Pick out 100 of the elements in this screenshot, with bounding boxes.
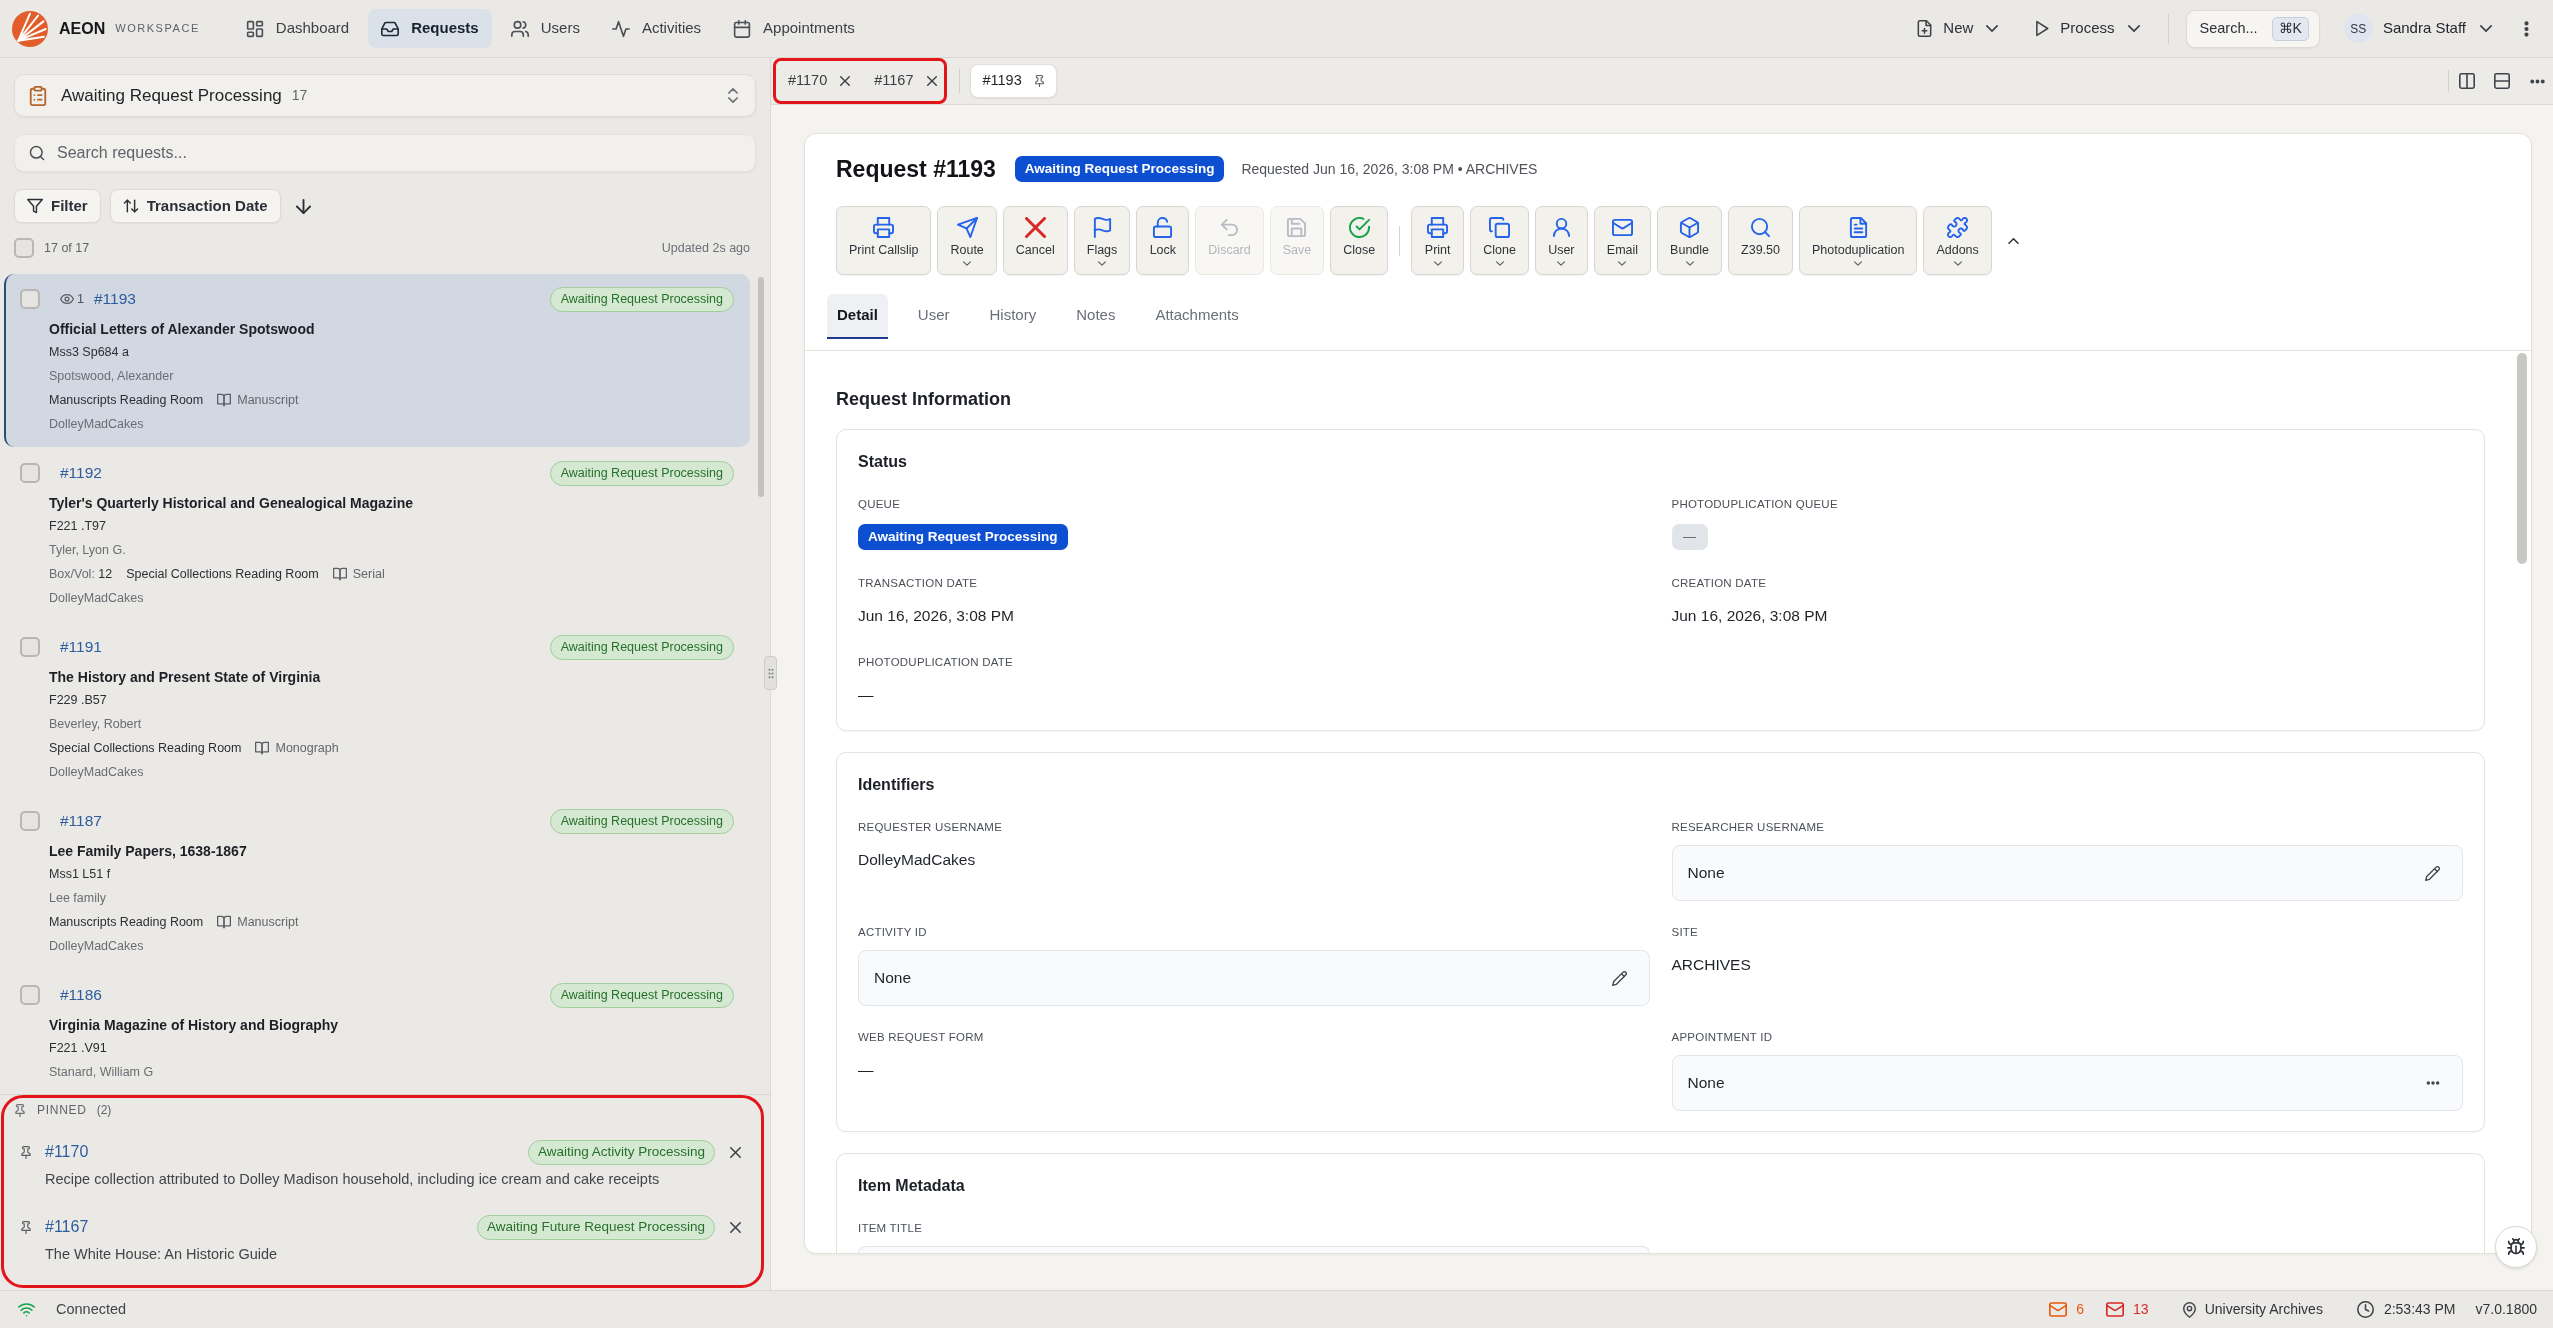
document-tab[interactable]: #1193 <box>969 64 1057 98</box>
toolbar-button[interactable]: Email <box>1593 206 1652 275</box>
request-list-item[interactable]: #1186 Awaiting Request Processing Virginia Magazine of History and Biography F221 .V91 Stanard, William G <box>4 970 750 1094</box>
toolbar-button[interactable]: Cancel <box>1002 206 1068 275</box>
close-icon[interactable] <box>840 76 851 86</box>
toolbar-button[interactable]: Print Callslip <box>836 206 932 275</box>
mail-count: 6 <box>2076 1300 2085 1319</box>
search-field[interactable]: Search requests... <box>14 134 756 172</box>
toolbar-button[interactable]: Bundle <box>1657 206 1723 275</box>
toolbar-button[interactable]: Z39.50 <box>1728 206 1793 275</box>
request-list-item[interactable]: #1187 Awaiting Request Processing Lee Family Papers, 1638-1867 Mss1 L51 f Lee family Manuscripts Reading Room Manuscript DolleyMadCakes <box>4 796 750 969</box>
toolbar-button[interactable]: Clone <box>1470 206 1529 275</box>
detail-tab[interactable]: Notes <box>1066 294 1126 339</box>
scrollbar-thumb[interactable] <box>2517 353 2527 564</box>
request-id-link[interactable]: #1193 <box>93 287 136 311</box>
request-id-link[interactable]: #1170 <box>45 1140 89 1164</box>
checkbox[interactable] <box>20 811 40 831</box>
nav-tab[interactable]: Requests <box>368 9 492 48</box>
more-icon[interactable] <box>2524 20 2529 37</box>
search-icon <box>1750 217 1771 238</box>
request-list-item[interactable]: #1192 Awaiting Request Processing Tyler's Quarterly Historical and Genealogical Magazine F221 .T97 Tyler, Lyon G. Box/Vol: 12 Special Collections Reading Room Serial DolleyMadCakes <box>4 448 750 621</box>
filter-button[interactable]: Filter <box>14 189 101 223</box>
nav-tab[interactable]: Users <box>497 9 593 48</box>
pencil-icon[interactable] <box>1611 970 1627 986</box>
format-label: Serial <box>352 565 385 583</box>
checkbox[interactable] <box>20 289 40 309</box>
more-icon[interactable] <box>2530 78 2545 84</box>
checkbox[interactable] <box>20 463 40 483</box>
detail-tab[interactable]: History <box>979 294 1047 339</box>
checkbox[interactable] <box>20 637 40 657</box>
envelope-icon[interactable] <box>2106 1302 2125 1317</box>
field-value: ARCHIVES <box>1671 955 1751 975</box>
global-search-button[interactable]: Search... ⌘K <box>2185 9 2320 48</box>
user-menu-button[interactable]: SS Sandra Staff <box>2343 9 2492 48</box>
copy-icon <box>1489 217 1510 238</box>
card-title: Item Metadata <box>858 1176 965 1196</box>
close-icon[interactable] <box>730 1221 741 1233</box>
detail-tab[interactable]: User <box>907 294 960 339</box>
resize-handle[interactable] <box>764 656 777 690</box>
document-tab[interactable]: #1167 <box>862 64 949 98</box>
toolbar-button[interactable]: Photoduplication <box>1798 206 1918 275</box>
version-label: v7.0.1800 <box>2475 1300 2537 1319</box>
toolbar-button[interactable]: Close <box>1330 206 1389 275</box>
split-rows-icon[interactable] <box>2494 73 2510 89</box>
detail-tab[interactable]: Detail <box>827 294 888 339</box>
split-columns-icon[interactable] <box>2459 73 2475 89</box>
detail-tab[interactable]: Attachments <box>1145 294 1249 339</box>
toolbar-button[interactable]: User <box>1534 206 1588 275</box>
status-badge: Awaiting Request Processing <box>549 634 734 660</box>
request-id-link[interactable]: #1186 <box>60 983 102 1007</box>
menu-button[interactable]: Process <box>2021 9 2152 48</box>
eye-icon <box>60 292 74 306</box>
scrollbar-thumb[interactable] <box>758 277 764 497</box>
more-icon[interactable] <box>2426 1081 2440 1085</box>
envelope-icon[interactable] <box>2049 1302 2068 1317</box>
update-time: Updated 2s ago <box>661 239 750 257</box>
status-badge: Awaiting Request Processing <box>549 808 734 834</box>
location-label: University Archives <box>2204 1300 2323 1319</box>
filter-icon <box>27 198 43 214</box>
field-label: CREATION DATE <box>1671 576 1767 591</box>
field-label: ITEM TITLE <box>858 1221 923 1236</box>
input-field[interactable]: None <box>858 950 1650 1006</box>
grid-icon <box>245 19 264 38</box>
close-icon[interactable] <box>926 76 937 86</box>
input-field[interactable]: None <box>1671 1055 2463 1111</box>
field-value: DolleyMadCakes <box>858 850 976 870</box>
request-list-item[interactable]: 1 #1193 Awaiting Request Processing Official Letters of Alexander Spotswood Mss3 Sp684 a Spotswood, Alexander Manuscripts Reading Room Manuscript DolleyMadCakes <box>4 274 750 447</box>
input-field[interactable]: None <box>1671 845 2463 901</box>
toolbar-button[interactable]: Addons <box>1923 206 1992 275</box>
sort-button[interactable]: Transaction Date <box>109 189 281 223</box>
pencil-icon[interactable] <box>2425 865 2440 881</box>
nav-tab[interactable]: Activities <box>598 9 715 48</box>
nav-tab[interactable]: Dashboard <box>232 9 363 48</box>
username: DolleyMadCakes <box>49 763 144 781</box>
checkbox[interactable] <box>20 985 40 1005</box>
queue-selector[interactable]: Awaiting Request Processing 17 <box>14 74 756 117</box>
toolbar-button[interactable]: Lock <box>1136 206 1190 275</box>
format-label: Manuscript <box>237 391 299 409</box>
request-id-link[interactable]: #1187 <box>60 809 102 833</box>
request-id-link[interactable]: #1192 <box>60 461 102 485</box>
toolbar-button[interactable]: Flags <box>1073 206 1131 275</box>
field-label: ACTIVITY ID <box>858 925 927 940</box>
request-id-link[interactable]: #1191 <box>60 635 102 659</box>
book-icon <box>255 741 270 755</box>
close-icon[interactable] <box>730 1146 741 1158</box>
toolbar-button[interactable]: Route <box>937 206 997 275</box>
input-field[interactable] <box>858 1246 1650 1253</box>
pulse-icon <box>611 19 630 38</box>
request-id-link[interactable]: #1167 <box>45 1215 89 1239</box>
checkbox[interactable] <box>14 238 34 258</box>
bug-report-button[interactable] <box>2495 1226 2537 1268</box>
toolbar-button[interactable]: Print <box>1411 206 1465 275</box>
collapse-icon[interactable] <box>2007 237 2019 244</box>
item-title: The White House: An Historic Guide <box>45 1245 278 1265</box>
call-number: F221 .V91 <box>49 1039 107 1057</box>
padlock-icon <box>1152 217 1174 238</box>
menu-button[interactable]: New <box>1904 9 2011 48</box>
document-tab[interactable]: #1170 <box>776 64 863 98</box>
nav-tab[interactable]: Appointments <box>720 9 868 48</box>
request-list-item[interactable]: #1191 Awaiting Request Processing The History and Present State of Virginia F229 .B57 Beverley, Robert Special Collections Reading Room Monograph DolleyMadCakes <box>4 622 750 795</box>
